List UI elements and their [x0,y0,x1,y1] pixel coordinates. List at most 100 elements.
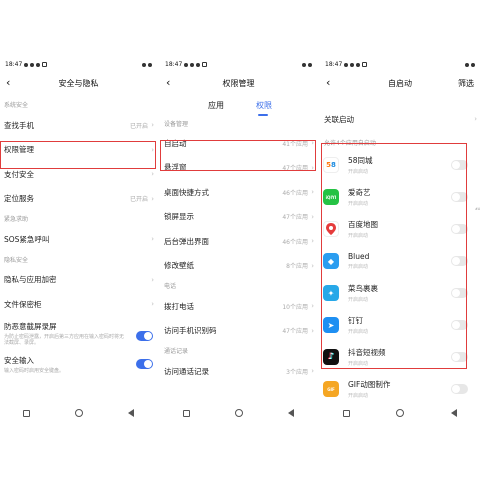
app-notification-icon [196,62,201,67]
sos-item[interactable]: SOS紧急呼叫 › [0,227,157,252]
app-status: 开启启动 [348,169,369,175]
autostart-label: 自启动 [164,138,187,148]
phone-id-label: 访问手机识别码 [164,326,217,336]
call-log-item[interactable]: 访问通话记录 3个应用 › [160,359,317,384]
autostart-toggle[interactable] [451,384,468,394]
phone-security-privacy: 18:47 ‹ 安全与隐私 系统安全 查找手机 已开启 › 权限管理 › 支付安… [0,56,157,424]
status-bar: 18:47 [0,56,157,70]
autostart-toggle[interactable] [451,288,468,298]
call-log-label: 访问通话记录 [164,366,209,376]
page-title: 安全与隐私 [58,79,99,88]
app-row[interactable]: 百度地图 开启启动 [320,213,480,245]
app-row[interactable]: GIF GIF动图制作 开启启动 [320,373,480,405]
location-service-value: 已开启 [129,196,148,204]
phone-id-item[interactable]: 访问手机识别码 47个应用 › [160,319,317,344]
app-map-pin-icon [323,221,339,237]
app-text: 菜鸟裹裹 开启启动 [348,283,378,303]
chevron-right-icon: › [151,121,154,130]
lockscreen-display-item[interactable]: 锁屏显示 47个应用 › [160,205,317,230]
back-triangle-icon[interactable] [288,409,295,417]
autostart-toggle[interactable] [451,224,468,234]
anti-screenshot-label: 防恶意截屏录屏 [4,321,57,331]
permission-management-item[interactable]: 权限管理 › [0,138,157,163]
chevron-right-icon: › [151,235,154,244]
app-row[interactable]: ✦ 菜鸟裹裹 开启启动 [320,277,480,309]
secure-input-label: 安全输入 [4,355,34,365]
chevron-right-icon: › [311,261,314,270]
tab-bar: 应用 权限 [160,97,317,121]
app-gif-icon: GIF [323,381,339,397]
payment-security-item[interactable]: 支付安全 › [0,162,157,187]
page-title: 自启动 [388,79,412,88]
app-text: 58同城 开启启动 [348,155,373,175]
page-title: 权限管理 [222,79,255,88]
autostart-toggle[interactable] [451,160,468,170]
filter-button[interactable]: 筛选 [458,78,474,89]
location-service-item[interactable]: 定位服务 已开启 › [0,187,157,212]
app-row[interactable]: ♪ 抖音短视频 开启启动 [320,341,480,373]
make-call-item[interactable]: 拨打电话 10个应用 › [160,294,317,319]
secure-input-toggle[interactable] [136,358,153,369]
section-phone: 电话 [164,283,177,290]
home-icon[interactable] [396,409,405,417]
modify-wallpaper-item[interactable]: 修改壁纸 8个应用 › [160,254,317,279]
s-icon [202,62,208,67]
app-row[interactable]: iQIYI 爱奇艺 开启启动 [320,181,480,213]
sos-label: SOS紧急呼叫 [4,234,50,244]
related-launch-item[interactable]: 关联启动 › [320,105,480,133]
find-phone-item[interactable]: 查找手机 已开启 › [0,113,157,138]
background-popup-count: 46个应用 [282,238,308,246]
autostart-toggle[interactable] [451,320,468,330]
back-arrow-icon[interactable]: ‹ [6,77,18,89]
chevron-right-icon: › [151,194,154,203]
back-arrow-icon[interactable]: ‹ [166,77,178,89]
battery-icon [471,62,475,67]
background-popup-label: 后台弹出界面 [164,236,209,246]
signal-icon [465,62,469,67]
desktop-shortcut-item[interactable]: 桌面快捷方式 46个应用 › [160,180,317,205]
app-58-icon: 58 [323,157,339,173]
chevron-right-icon: › [474,115,477,123]
recents-icon[interactable] [343,409,351,417]
status-time: 18:47 [5,61,23,68]
chevron-right-icon: › [151,170,154,179]
back-triangle-icon[interactable] [128,409,135,417]
app-name: Blued [348,252,370,261]
title-bar: ‹ 安全与隐私 [0,70,157,97]
recents-icon[interactable] [182,409,190,417]
floating-window-item[interactable]: 悬浮窗 47个应用 › [160,156,317,181]
app-ding-icon: ➤ [323,317,339,333]
battery-icon [308,62,312,67]
file-safe-item[interactable]: 文件保密柜 › [0,292,157,317]
app-row[interactable]: ◆ Blued 开启启动 [320,245,480,277]
back-triangle-icon[interactable] [450,409,457,417]
autostart-item[interactable]: 自启动 41个应用 › [160,131,317,156]
status-bar: 18:47 [160,56,317,70]
home-icon[interactable] [234,409,243,417]
back-arrow-icon[interactable]: ‹ [326,77,338,89]
chevron-right-icon: › [311,163,314,172]
home-icon[interactable] [74,409,83,417]
app-row[interactable]: 58 58同城 开启启动 [320,149,480,181]
recents-icon[interactable] [22,409,30,417]
chevron-right-icon: › [311,326,314,335]
permission-management-label: 权限管理 [4,145,34,155]
section-system-security: 系统安全 [4,102,29,109]
autostart-toggle[interactable] [451,192,468,202]
app-text: 抖音短视频 开启启动 [348,347,386,367]
make-call-label: 拨打电话 [164,301,194,311]
tab-permissions[interactable]: 权限 [256,100,272,111]
app-row[interactable]: ➤ 钉钉 开启启动 [320,309,480,341]
alphabet-index[interactable]: #ABCDEFGHIJKLMNOPQRSTUVWXYZ [475,206,480,213]
tab-apps[interactable]: 应用 [208,100,224,111]
background-popup-item[interactable]: 后台弹出界面 46个应用 › [160,229,317,254]
anti-screenshot-toggle[interactable] [136,330,153,341]
lockscreen-display-count: 47个应用 [282,214,308,222]
app-name: GIF动图制作 [348,380,391,389]
app-status: 开启启动 [348,264,369,270]
app-name: 百度地图 [348,220,378,229]
app-encryption-item[interactable]: 隐私与应用加密 › [0,268,157,293]
autostart-toggle[interactable] [451,256,468,266]
autostart-toggle[interactable] [451,352,468,362]
file-safe-label: 文件保密柜 [4,299,42,309]
